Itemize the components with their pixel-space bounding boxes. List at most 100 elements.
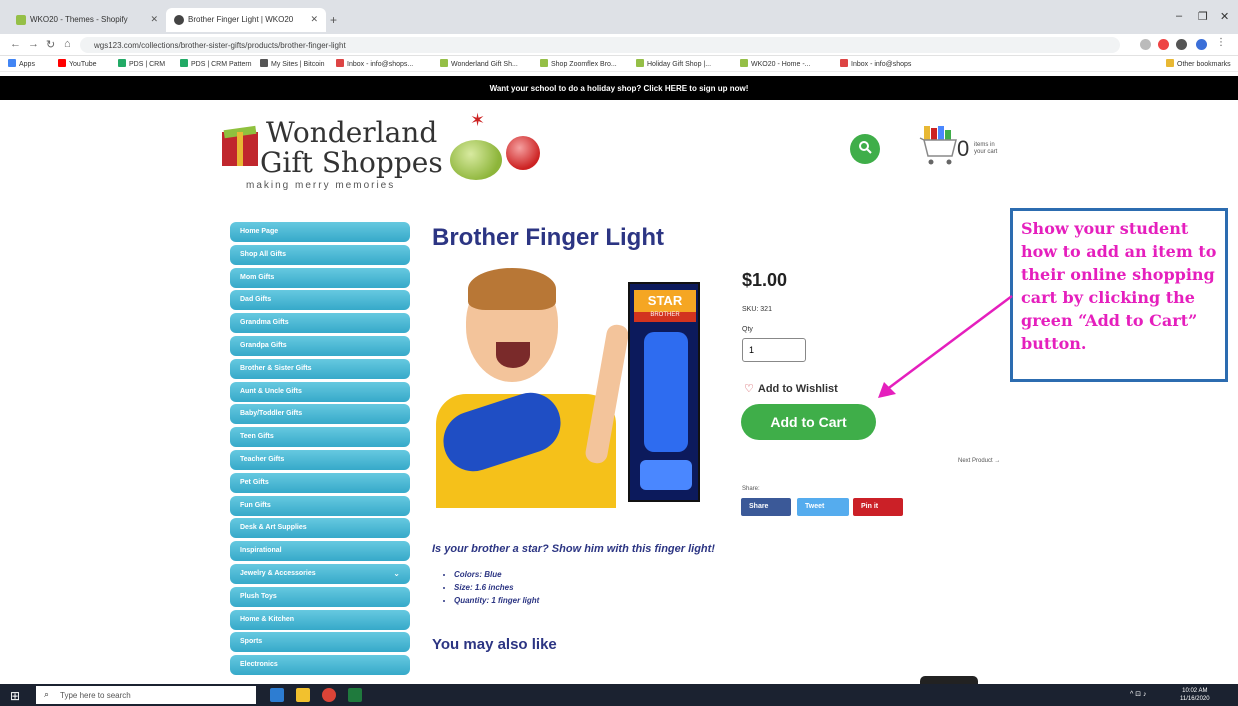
maximize-icon[interactable]: ❐ bbox=[1198, 10, 1208, 23]
bookmark-item[interactable]: Other bookmarks bbox=[1166, 59, 1231, 68]
reload-icon[interactable]: ↻ bbox=[46, 38, 55, 51]
clock-date: 11/16/2020 bbox=[1180, 696, 1210, 702]
screen: WKO20 - Themes - Shopify ✕ Brother Finge… bbox=[0, 0, 1238, 706]
next-product-link[interactable]: Next Product → bbox=[958, 458, 1000, 464]
bookmark-item[interactable]: My Sites | Bitcoin bbox=[260, 59, 325, 68]
sidebar-item-desk-art[interactable]: Desk & Art Supplies bbox=[230, 518, 410, 539]
tab-label: WKO20 - Themes - Shopify bbox=[30, 15, 128, 24]
bookmark-item[interactable]: Shop Zoomflex Bro... bbox=[540, 59, 617, 68]
share-twitter-button[interactable]: Tweet bbox=[797, 498, 849, 516]
folder-icon bbox=[1166, 59, 1174, 67]
shopify-icon bbox=[636, 59, 644, 67]
add-to-wishlist-link[interactable]: ♡ Add to Wishlist bbox=[744, 382, 838, 395]
sidebar-item-mom[interactable]: Mom Gifts bbox=[230, 267, 410, 288]
bookmark-item[interactable]: Holiday Gift Shop |... bbox=[636, 59, 711, 68]
chrome-icon[interactable] bbox=[322, 688, 336, 702]
shopify-icon bbox=[440, 59, 448, 67]
tab-label: Brother Finger Light | WKO20 bbox=[188, 15, 294, 24]
sidebar-item-grandma[interactable]: Grandma Gifts bbox=[230, 313, 410, 334]
sidebar-item-brother-sister[interactable]: Brother & Sister Gifts bbox=[230, 358, 410, 379]
minimize-icon[interactable]: – bbox=[1176, 10, 1182, 22]
browser-tab-shopify[interactable]: WKO20 - Themes - Shopify ✕ bbox=[8, 8, 166, 32]
site-logo[interactable]: Wonderland Gift Shoppes making merry mem… bbox=[222, 110, 562, 200]
heart-icon: ♡ bbox=[744, 383, 754, 395]
package-title: STAR bbox=[634, 290, 696, 312]
taskbar: ⊞ ⌕ Type here to search ^ ⊡ ♪ 10:02 AM 1… bbox=[0, 684, 1238, 706]
profile-avatar[interactable] bbox=[1196, 39, 1207, 50]
extension-icon[interactable] bbox=[1158, 39, 1169, 50]
shopify-icon bbox=[740, 59, 748, 67]
product-description: Is your brother a star? Show him with th… bbox=[432, 543, 715, 555]
system-tray[interactable]: ^ ⊡ ♪ bbox=[1130, 690, 1147, 698]
sidebar-item-teacher[interactable]: Teacher Gifts bbox=[230, 449, 410, 470]
bookmarks-bar: Apps YouTube PDS | CRM PDS | CRM Pattern… bbox=[0, 56, 1238, 72]
url-field[interactable]: wgs123.com/collections/brother-sister-gi… bbox=[80, 37, 1120, 53]
close-icon[interactable]: ✕ bbox=[150, 14, 158, 25]
sidebar-item-shop-all[interactable]: Shop All Gifts bbox=[230, 244, 410, 265]
browser-tab-product[interactable]: Brother Finger Light | WKO20 ✕ bbox=[166, 8, 326, 32]
sidebar-item-fun[interactable]: Fun Gifts bbox=[230, 495, 410, 516]
sidebar-item-dad[interactable]: Dad Gifts bbox=[230, 290, 410, 311]
bookmark-item[interactable]: Wonderland Gift Sh... bbox=[440, 59, 518, 68]
list-item: Size: 1.6 inches bbox=[454, 583, 539, 592]
sidebar-item-baby-toddler[interactable]: Baby/Toddler Gifts bbox=[230, 404, 410, 425]
bookmark-item[interactable]: Apps bbox=[8, 59, 35, 68]
quantity-input[interactable] bbox=[742, 338, 806, 362]
add-to-cart-button[interactable]: Add to Cart bbox=[741, 404, 876, 440]
star-icon[interactable] bbox=[1140, 39, 1151, 50]
share-facebook-button[interactable]: Share bbox=[741, 498, 791, 516]
cart-count[interactable]: 0 bbox=[957, 136, 969, 162]
sidebar-item-electronics[interactable]: Electronics bbox=[230, 655, 410, 676]
sidebar-item-jewelry[interactable]: Jewelry & Accessories ⌄ bbox=[230, 563, 410, 584]
bookmark-icon bbox=[118, 59, 126, 67]
bookmark-item[interactable]: PDS | CRM Pattern bbox=[180, 59, 252, 68]
cart-label[interactable]: items in your cart bbox=[974, 142, 1004, 156]
chevron-down-icon: ⌄ bbox=[393, 568, 400, 578]
product-package: STAR BROTHER bbox=[628, 282, 700, 502]
logo-tagline: making merry memories bbox=[246, 180, 396, 191]
taskbar-search-input[interactable]: ⌕ Type here to search bbox=[36, 686, 256, 704]
related-products-heading: You may also like bbox=[432, 636, 557, 653]
gift-box-icon bbox=[222, 124, 258, 166]
bookmark-item[interactable]: YouTube bbox=[58, 59, 97, 68]
announcement-bar[interactable]: Want your school to do a holiday shop? C… bbox=[0, 76, 1238, 100]
bookmark-icon bbox=[180, 59, 188, 67]
excel-icon[interactable] bbox=[348, 688, 362, 702]
bookmark-item[interactable]: Inbox - info@shops bbox=[840, 59, 911, 68]
forward-icon[interactable]: → bbox=[28, 38, 39, 50]
home-icon[interactable]: ⌂ bbox=[64, 38, 71, 50]
close-window-icon[interactable]: ✕ bbox=[1220, 10, 1229, 23]
file-explorer-icon[interactable] bbox=[296, 688, 310, 702]
menu-icon[interactable]: ⋮ bbox=[1216, 37, 1227, 48]
sidebar-item-teen[interactable]: Teen Gifts bbox=[230, 427, 410, 448]
edge-icon[interactable] bbox=[270, 688, 284, 702]
star-ornament-icon: ✶ bbox=[470, 110, 486, 130]
sidebar-item-grandpa[interactable]: Grandpa Gifts bbox=[230, 335, 410, 356]
mail-icon bbox=[840, 59, 848, 67]
mail-icon bbox=[336, 59, 344, 67]
shopping-cart-icon[interactable] bbox=[918, 124, 958, 168]
bookmark-item[interactable]: WKO20 - Home -... bbox=[740, 59, 811, 68]
windows-start-icon[interactable]: ⊞ bbox=[10, 689, 20, 703]
close-icon[interactable]: ✕ bbox=[310, 14, 318, 25]
taskbar-clock[interactable]: 10:02 AM 11/16/2020 bbox=[1180, 687, 1210, 703]
sidebar-item-pet[interactable]: Pet Gifts bbox=[230, 472, 410, 493]
sidebar-item-home-kitchen[interactable]: Home & Kitchen bbox=[230, 609, 410, 630]
extension-icon[interactable] bbox=[1176, 39, 1187, 50]
logo-line-2: Gift Shoppes bbox=[260, 146, 443, 179]
browser-tab-bar: WKO20 - Themes - Shopify ✕ Brother Finge… bbox=[0, 0, 1238, 34]
product-image[interactable]: STAR BROTHER bbox=[436, 264, 702, 508]
sidebar-item-inspirational[interactable]: Inspirational bbox=[230, 541, 410, 562]
sidebar-item-aunt-uncle[interactable]: Aunt & Uncle Gifts bbox=[230, 381, 410, 402]
bookmark-item[interactable]: Inbox - info@shops... bbox=[336, 59, 413, 68]
search-button[interactable] bbox=[850, 134, 880, 164]
sidebar-item-plush[interactable]: Plush Toys bbox=[230, 586, 410, 607]
share-pinterest-button[interactable]: Pin it bbox=[853, 498, 903, 516]
sidebar-item-home[interactable]: Home Page bbox=[230, 222, 410, 242]
back-icon[interactable]: ← bbox=[10, 38, 21, 50]
new-tab-button[interactable]: + bbox=[330, 13, 337, 27]
product-sku: SKU: 321 bbox=[742, 306, 772, 313]
bookmark-item[interactable]: PDS | CRM bbox=[118, 59, 165, 68]
category-sidebar: Home Page Shop All Gifts Mom Gifts Dad G… bbox=[230, 222, 410, 678]
sidebar-item-sports[interactable]: Sports bbox=[230, 632, 410, 653]
